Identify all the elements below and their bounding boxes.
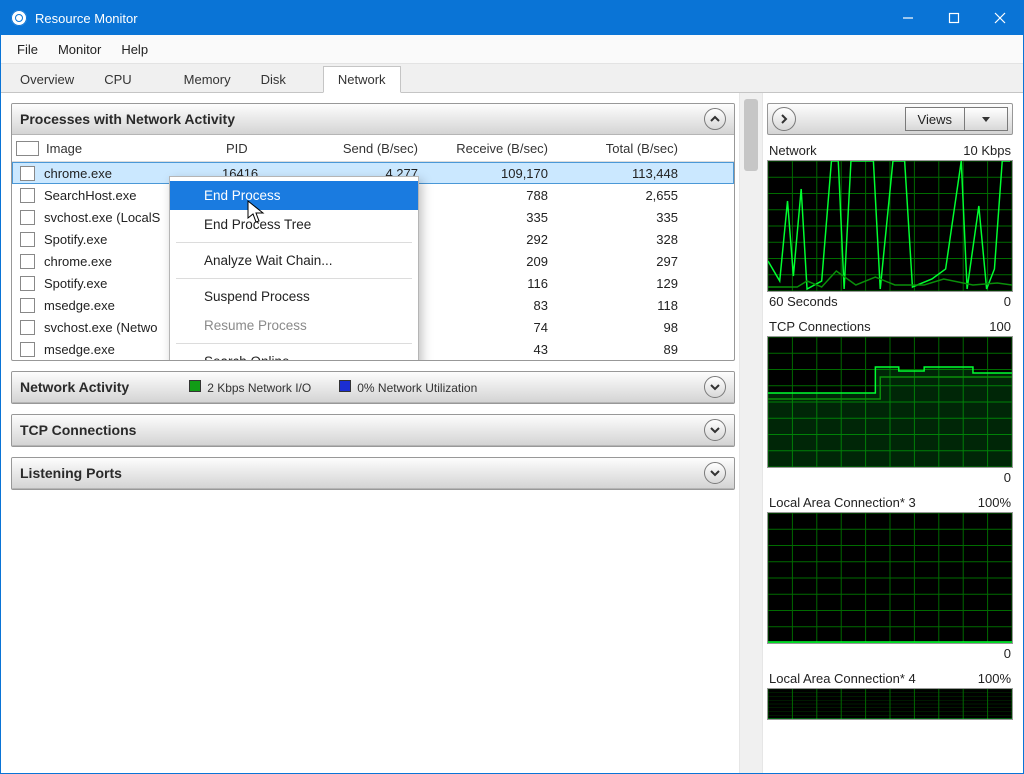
cell-recv: 74 [432, 320, 562, 335]
row-checkbox[interactable] [20, 276, 35, 291]
cell-total: 113,448 [562, 166, 692, 181]
col-receive[interactable]: Receive (B/sec) [432, 141, 562, 156]
titlebar[interactable]: Resource Monitor [1, 1, 1023, 35]
tcp-connections-panel: TCP Connections [11, 414, 735, 447]
header-checkbox[interactable] [16, 141, 39, 156]
close-button[interactable] [977, 1, 1023, 35]
graph-canvas [767, 336, 1013, 468]
expand-tcp-button[interactable] [704, 419, 726, 441]
cell-recv: 43 [432, 342, 562, 357]
context-menu-item[interactable]: Search Online [170, 347, 418, 361]
menu-help[interactable]: Help [111, 38, 158, 61]
processes-title: Processes with Network Activity [20, 111, 235, 127]
minimize-button[interactable] [885, 1, 931, 35]
context-menu-item[interactable]: Analyze Wait Chain... [170, 246, 418, 275]
tab-network[interactable]: Network [323, 66, 401, 93]
graph-title: Network [769, 143, 817, 158]
collapse-processes-button[interactable] [704, 108, 726, 130]
graph-scale: 10 Kbps [963, 143, 1011, 158]
row-checkbox[interactable] [20, 254, 35, 269]
cell-total: 89 [562, 342, 692, 357]
cell-total: 297 [562, 254, 692, 269]
listening-ports-panel: Listening Ports [11, 457, 735, 490]
legend-io: 2 Kbps Network I/O [189, 380, 311, 395]
views-dropdown[interactable] [965, 107, 1008, 131]
cell-recv: 116 [432, 276, 562, 291]
expand-network-activity-button[interactable] [704, 376, 726, 398]
cell-recv: 109,170 [432, 166, 562, 181]
cell-recv: 335 [432, 210, 562, 225]
context-menu-item[interactable]: Suspend Process [170, 282, 418, 311]
graph-canvas [767, 512, 1013, 644]
legend-utilization: 0% Network Utilization [339, 380, 477, 395]
graph-scale: 100% [978, 671, 1011, 686]
row-checkbox[interactable] [20, 320, 35, 335]
context-menu-item[interactable]: End Process [170, 181, 418, 210]
col-pid[interactable]: PID [222, 141, 302, 156]
col-total[interactable]: Total (B/sec) [562, 141, 692, 156]
right-pane-header: Views [767, 103, 1013, 135]
tab-cpu[interactable]: CPU [89, 66, 146, 92]
views-button[interactable]: Views [905, 107, 965, 131]
graph-footer-right: 0 [1004, 470, 1011, 485]
context-menu[interactable]: End ProcessEnd Process Tree Analyze Wait … [169, 176, 419, 361]
row-checkbox[interactable] [20, 188, 35, 203]
tcp-connections-title: TCP Connections [20, 422, 136, 438]
resource-monitor-window: Resource Monitor File Monitor Help Overv… [0, 0, 1024, 774]
tab-overview[interactable]: Overview [5, 66, 89, 92]
menu-file[interactable]: File [7, 38, 48, 61]
cell-total: 98 [562, 320, 692, 335]
graph-network: Network 10 Kbps 60 Seconds 0 [767, 143, 1013, 309]
graph-canvas [767, 160, 1013, 292]
maximize-button[interactable] [931, 1, 977, 35]
tabstrip: Overview CPU Memory Disk Network [1, 64, 1023, 93]
cell-recv: 292 [432, 232, 562, 247]
cell-total: 328 [562, 232, 692, 247]
row-checkbox[interactable] [20, 342, 35, 357]
graph-canvas [767, 688, 1013, 720]
processes-panel: Processes with Network Activity Image PI… [11, 103, 735, 361]
network-activity-title: Network Activity [20, 379, 129, 395]
context-menu-item[interactable]: End Process Tree [170, 210, 418, 239]
graph-local-area-connection-4: Local Area Connection* 4 100% [767, 671, 1013, 720]
graph-local-area-connection-3: Local Area Connection* 3 100% 0 [767, 495, 1013, 661]
graph-tcp-connections: TCP Connections 100 0 [767, 319, 1013, 485]
row-checkbox[interactable] [20, 166, 35, 181]
context-menu-item: Resume Process [170, 311, 418, 340]
graph-title: TCP Connections [769, 319, 871, 334]
cell-recv: 788 [432, 188, 562, 203]
cell-recv: 209 [432, 254, 562, 269]
col-image[interactable]: Image [42, 141, 222, 156]
col-send[interactable]: Send (B/sec) [302, 141, 432, 156]
app-icon [11, 10, 27, 26]
cell-total: 335 [562, 210, 692, 225]
tab-disk[interactable]: Disk [246, 66, 301, 92]
menubar: File Monitor Help [1, 35, 1023, 64]
graph-footer-right: 0 [1004, 294, 1011, 309]
window-title: Resource Monitor [35, 11, 138, 26]
graph-scale: 100% [978, 495, 1011, 510]
graph-scale: 100 [989, 319, 1011, 334]
row-checkbox[interactable] [20, 232, 35, 247]
graph-footer-left: 60 Seconds [769, 294, 838, 309]
cell-total: 2,655 [562, 188, 692, 203]
cell-recv: 83 [432, 298, 562, 313]
tab-memory[interactable]: Memory [169, 66, 246, 92]
network-activity-panel: Network Activity 2 Kbps Network I/O 0% N… [11, 371, 735, 404]
content-scrollbar[interactable] [739, 93, 763, 773]
row-checkbox[interactable] [20, 298, 35, 313]
menu-monitor[interactable]: Monitor [48, 38, 111, 61]
graph-title: Local Area Connection* 4 [769, 671, 916, 686]
graph-title: Local Area Connection* 3 [769, 495, 916, 510]
cell-total: 118 [562, 298, 692, 313]
collapse-graphs-button[interactable] [772, 107, 796, 131]
row-checkbox[interactable] [20, 210, 35, 225]
cell-total: 129 [562, 276, 692, 291]
listening-ports-title: Listening Ports [20, 465, 122, 481]
expand-listening-button[interactable] [704, 462, 726, 484]
graph-footer-right: 0 [1004, 646, 1011, 661]
